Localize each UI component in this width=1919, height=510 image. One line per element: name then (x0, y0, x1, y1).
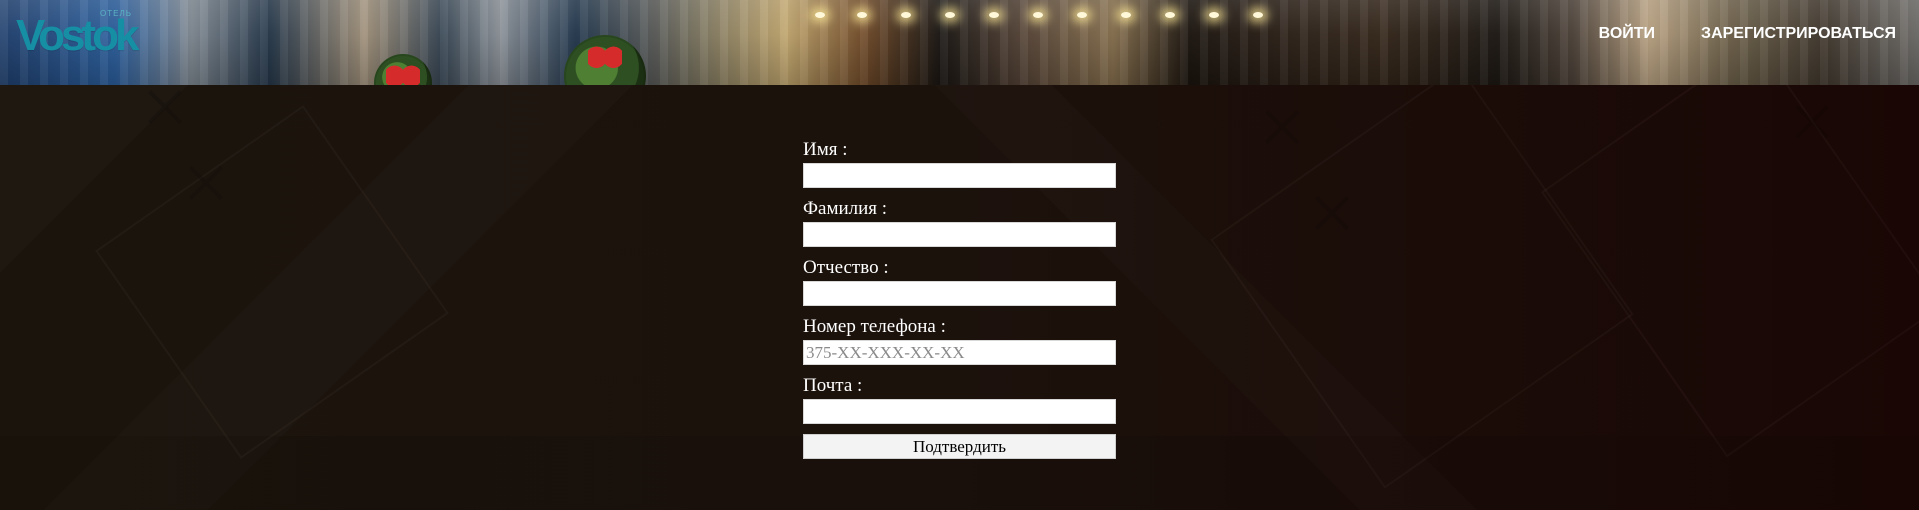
register-link[interactable]: ЗАРЕГИСТРИРОВАТЬСЯ (1701, 24, 1896, 44)
middle-name-field[interactable] (803, 281, 1116, 306)
light-icon (945, 12, 955, 18)
background-shape (1541, 85, 1919, 457)
light-icon (1165, 12, 1175, 18)
submit-button[interactable]: Подтвердить (803, 434, 1116, 459)
bow-icon (588, 43, 622, 69)
light-icon (815, 12, 825, 18)
background-cross-icon (1260, 105, 1304, 149)
wreath-decoration (564, 35, 646, 85)
first-name-label: Имя : (803, 139, 848, 160)
registration-form: Имя : Фамилия : Отчество : Номер телефон… (803, 139, 1116, 459)
light-icon (1121, 12, 1131, 18)
light-icon (1253, 12, 1263, 18)
phone-field[interactable] (803, 340, 1116, 365)
wreath-decoration (374, 54, 432, 85)
login-link[interactable]: ВОЙТИ (1599, 24, 1655, 44)
site-logo[interactable]: отель Vostok (16, 10, 156, 58)
light-icon (857, 12, 867, 18)
last-name-label: Фамилия : (803, 198, 888, 219)
background-cross-icon (143, 85, 187, 129)
light-icon (1209, 12, 1219, 18)
logo-text: Vostok (16, 11, 139, 60)
top-navigation: ВОЙТИ ЗАРЕГИСТРИРОВАТЬСЯ (1599, 24, 1896, 44)
background-shape (95, 105, 449, 459)
phone-label: Номер телефона : (803, 316, 946, 337)
main-content: Имя : Фамилия : Отчество : Номер телефон… (0, 85, 1919, 510)
email-label: Почта : (803, 375, 863, 396)
light-icon (901, 12, 911, 18)
header-banner: отель Vostok ВОЙТИ ЗАРЕГИСТРИРОВАТЬСЯ (0, 0, 1919, 85)
light-icon (1077, 12, 1087, 18)
first-name-field[interactable] (803, 163, 1116, 188)
ceiling-lights (815, 12, 1285, 20)
bow-icon (386, 62, 420, 85)
light-icon (989, 12, 999, 18)
background-cross-icon (1790, 100, 1834, 144)
email-field[interactable] (803, 399, 1116, 424)
background-cross-icon (1310, 191, 1354, 235)
light-icon (1033, 12, 1043, 18)
middle-name-label: Отчество : (803, 257, 889, 278)
background-cross-icon (184, 161, 228, 205)
last-name-field[interactable] (803, 222, 1116, 247)
